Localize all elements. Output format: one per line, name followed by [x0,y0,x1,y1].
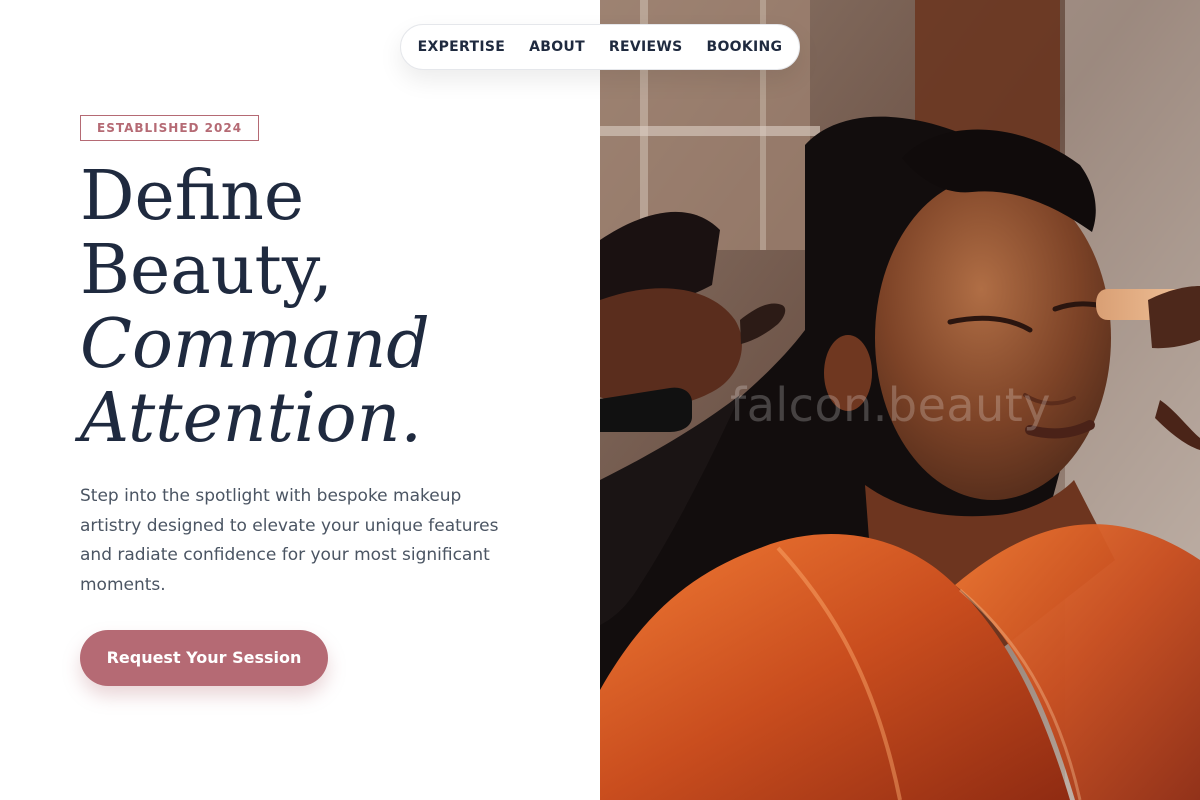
headline-line-4: Attention. [80,379,423,458]
nav-link-expertise[interactable]: EXPERTISE [418,39,505,55]
headline-line-1: Define [80,157,305,236]
top-navigation: EXPERTISE ABOUT REVIEWS BOOKING [400,24,800,70]
landing-page: EXPERTISE ABOUT REVIEWS BOOKING ESTABLIS… [0,0,1200,800]
hero-headline: Define Beauty, Command Attention. [80,160,430,456]
headline-line-2: Beauty, [80,231,333,310]
watermark-text: falcon.beauty [730,378,1051,432]
headline-line-3: Command [80,305,430,384]
nav-link-booking[interactable]: BOOKING [707,39,783,55]
nav-link-about[interactable]: ABOUT [529,39,585,55]
hero-image: falcon.beauty [600,0,1200,800]
request-session-button[interactable]: Request Your Session [80,630,328,686]
hero-content: ESTABLISHED 2024 Define Beauty, Command … [0,0,600,800]
nav-link-reviews[interactable]: REVIEWS [609,39,683,55]
established-badge: ESTABLISHED 2024 [80,115,260,141]
hero-description: Step into the spotlight with bespoke mak… [80,486,499,595]
